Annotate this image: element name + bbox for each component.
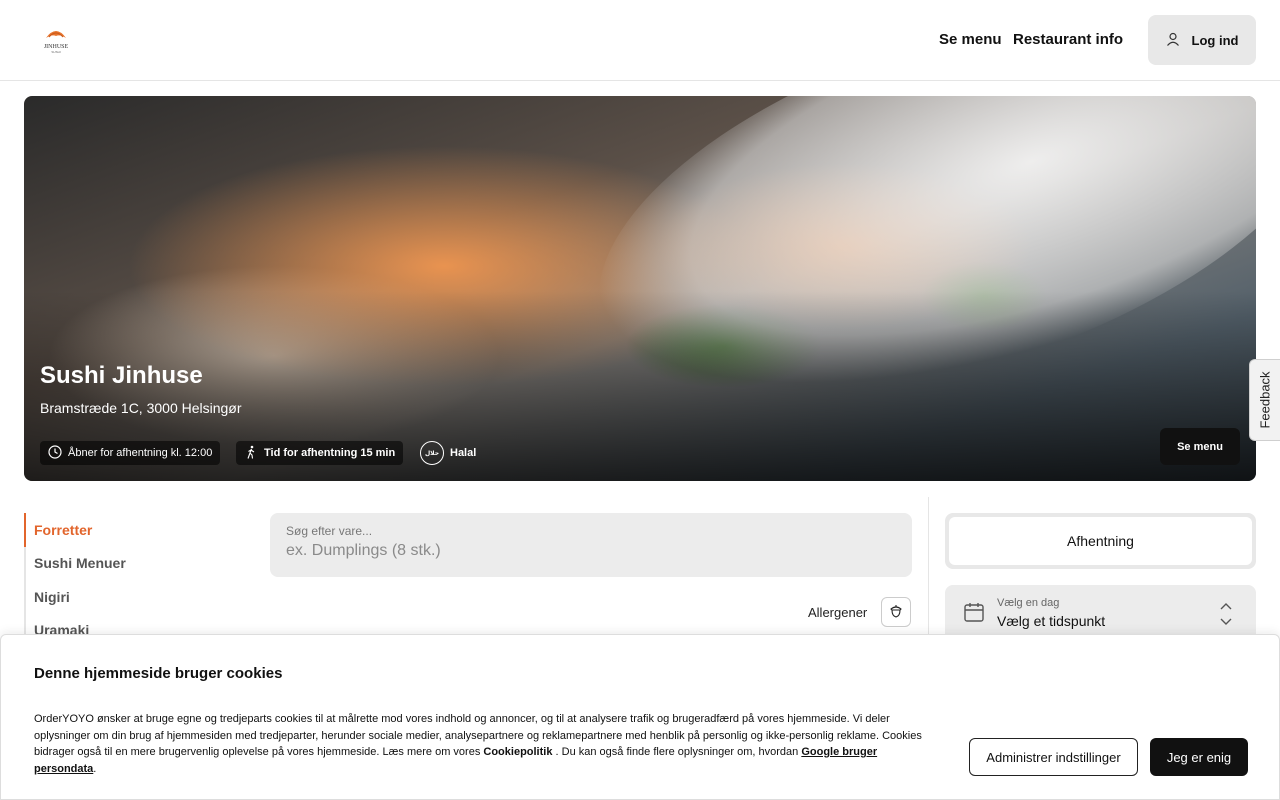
order-mode-toggle: Afhentning	[945, 513, 1256, 569]
feedback-label: Feedback	[1257, 371, 1273, 429]
allergen-button[interactable]	[881, 597, 912, 627]
cookie-title: Denne hjemmeside bruger cookies	[34, 665, 283, 682]
user-icon	[1166, 32, 1180, 49]
nav-restaurant-info[interactable]: Restaurant info	[1013, 31, 1123, 48]
chevron-updown-icon	[1219, 601, 1233, 632]
restaurant-name: Sushi Jinhuse	[40, 362, 203, 389]
logo[interactable]: JINHUSE SUSHI	[40, 26, 72, 54]
login-label: Log ind	[1191, 32, 1239, 48]
cookie-policy-link[interactable]: Cookiepolitik	[483, 746, 552, 758]
nav-se-menu[interactable]: Se menu	[939, 31, 1002, 48]
acorn-icon	[889, 604, 903, 621]
category-item-forretter[interactable]: Forretter	[24, 513, 224, 547]
divider	[928, 497, 929, 637]
search-label: Søg efter vare...	[286, 524, 373, 538]
clock-icon	[48, 444, 62, 462]
pickup-time-chip: Tid for afhentning 15 min	[236, 441, 404, 465]
search-box[interactable]: Søg efter vare...	[270, 513, 912, 577]
walking-icon	[244, 445, 258, 462]
halal-label: Halal	[450, 447, 477, 459]
category-nav: Forretter Sushi Menuer Nigiri Uramaki	[24, 513, 224, 647]
search-input[interactable]	[286, 542, 896, 560]
site-header: JINHUSE SUSHI Se menu Restaurant info Lo…	[0, 0, 1280, 81]
time-label: Vælg et tidspunkt	[997, 613, 1106, 629]
hero-banner: Sushi Jinhuse Bramstræde 1C, 3000 Helsin…	[24, 96, 1256, 481]
manage-settings-button[interactable]: Administrer indstillinger	[969, 738, 1138, 776]
feedback-tab[interactable]: Feedback	[1249, 359, 1280, 441]
category-item-sushi-menuer[interactable]: Sushi Menuer	[24, 546, 224, 580]
calendar-icon	[963, 601, 985, 628]
cookie-banner: Denne hjemmeside bruger cookies OrderYOY…	[0, 634, 1280, 800]
cookie-text: OrderYOYO ønsker at bruge egne og tredje…	[34, 713, 922, 775]
category-item-nigiri[interactable]: Nigiri	[24, 580, 224, 614]
allergen-label: Allergener	[808, 604, 868, 620]
opening-text: Åbner for afhentning kl. 12:00	[68, 447, 213, 459]
halal-icon: حلال	[420, 441, 444, 465]
login-button[interactable]: Log ind	[1148, 15, 1256, 65]
halal-badge-group: حلال Halal	[420, 441, 476, 465]
opening-chip: Åbner for afhentning kl. 12:00	[40, 441, 221, 465]
restaurant-address: Bramstræde 1C, 3000 Helsingør	[40, 400, 242, 416]
svg-text:SUSHI: SUSHI	[51, 50, 60, 54]
day-label: Vælg en dag	[997, 597, 1060, 609]
pickup-time-text: Tid for afhentning 15 min	[264, 447, 396, 459]
hero-menu-button[interactable]: Se menu	[1160, 428, 1240, 465]
pickup-option[interactable]: Afhentning	[949, 517, 1252, 565]
allergen-filter: Allergener	[808, 597, 912, 627]
accept-cookies-button[interactable]: Jeg er enig	[1150, 738, 1248, 776]
